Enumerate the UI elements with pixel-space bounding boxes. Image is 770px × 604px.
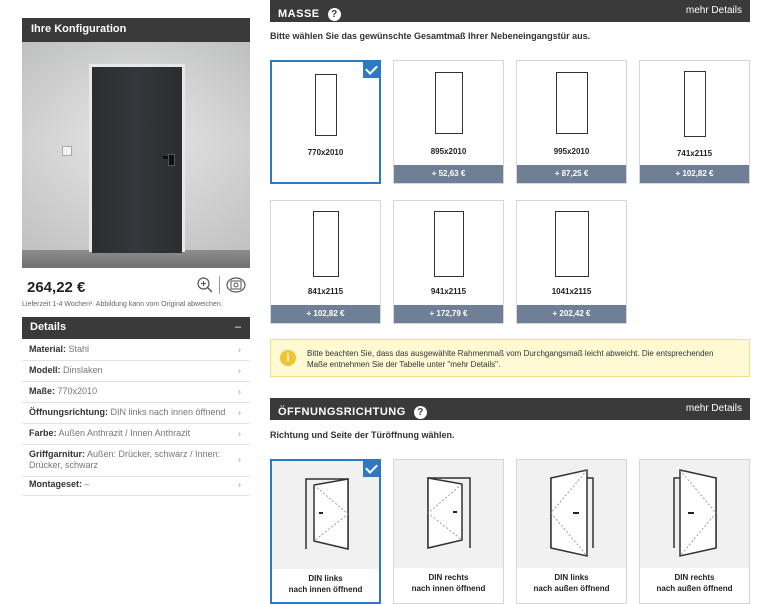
rotate-360-icon[interactable] (225, 276, 247, 294)
detail-key: Griffgarnitur: (29, 449, 85, 459)
richtung-section-header: ÖFFNUNGSRICHTUNG? mehr Details (270, 398, 750, 420)
price-surcharge: + 52,63 € (394, 165, 503, 183)
price-surcharge: + 172,79 € (394, 305, 503, 323)
opening-label: DIN links nach innen öffnend (288, 574, 363, 594)
total-price: 264,22 € (27, 279, 86, 296)
size-option-995x2010[interactable]: 995x2010 + 87,25 € (516, 60, 627, 184)
door-opening-diagram (517, 460, 626, 568)
detail-key: Öffnungsrichtung: (29, 407, 108, 417)
price-surcharge: + 102,82 € (640, 165, 749, 183)
masse-section-header: MASSE? mehr Details (270, 0, 750, 22)
price-surcharge: + 102,82 € (271, 305, 380, 323)
size-label: 941x2115 (430, 287, 467, 296)
size-label: 741x2115 (676, 149, 713, 158)
detail-value: Dinslaken (63, 365, 103, 375)
opening-option-din-links-aussen[interactable]: DIN links nach außen öffnend (516, 459, 627, 604)
detail-key: Material: (29, 344, 67, 354)
door-size-diagram (314, 74, 337, 136)
chevron-right-icon: › (238, 407, 241, 417)
chevron-right-icon: › (238, 365, 241, 375)
detail-value: 770x2010 (57, 386, 98, 396)
chevron-right-icon: › (238, 428, 241, 438)
info-icon: i (280, 350, 296, 366)
door-opening-diagram (640, 460, 749, 568)
size-label: 995x2010 (553, 147, 590, 156)
door-size-diagram (312, 211, 339, 277)
delivery-note: Lieferzeit 1-4 Wochen¹. Abbildung kann v… (22, 301, 223, 308)
masse-title: MASSE (278, 8, 320, 20)
detail-key: Modell: (29, 365, 61, 375)
size-option-841x2115[interactable]: 841x2115 + 102,82 € (270, 200, 381, 324)
richtung-more-details-link[interactable]: mehr Details (686, 403, 742, 414)
detail-value: Außen Anthrazit / Innen Anthrazit (58, 428, 191, 438)
detail-row-montageset[interactable]: Montageset: – › (22, 474, 250, 496)
toolbar-divider (219, 276, 220, 294)
door-opening-diagram (394, 460, 503, 568)
size-option-1041x2115[interactable]: 1041x2115 + 202,42 € (516, 200, 627, 324)
opening-option-din-rechts-aussen[interactable]: DIN rechts nach außen öffnend (639, 459, 750, 604)
masse-more-details-link[interactable]: mehr Details (686, 5, 742, 16)
size-option-770x2010[interactable]: 770x2010 (270, 60, 381, 184)
price-surcharge: + 87,25 € (517, 165, 626, 183)
detail-value: Stahl (68, 344, 90, 354)
detail-key: Montageset: (29, 479, 83, 489)
checkmark-icon (363, 60, 381, 78)
detail-row-modell[interactable]: Modell: Dinslaken › (22, 360, 250, 382)
price-surcharge: + 202,42 € (517, 305, 626, 323)
zoom-in-icon[interactable] (196, 276, 214, 294)
richtung-title: ÖFFNUNGSRICHTUNG (278, 406, 406, 418)
door-opening-diagram (272, 461, 379, 569)
info-box: i Bitte beachten Sie, dass das ausgewähl… (270, 339, 750, 377)
richtung-subtitle: Richtung und Seite der Türöffnung wählen… (270, 430, 455, 440)
masse-subtitle: Bitte wählen Sie das gewünschte Gesamtma… (270, 31, 591, 41)
detail-row-oeffnungsrichtung[interactable]: Öffnungsrichtung: DIN links nach innen ö… (22, 402, 250, 424)
opening-label: DIN links nach außen öffnend (533, 573, 610, 593)
detail-value: – (84, 479, 90, 489)
opening-option-din-rechts-innen[interactable]: DIN rechts nach innen öffnend (393, 459, 504, 604)
size-label: 895x2010 (430, 147, 467, 156)
details-header[interactable]: Details – (22, 317, 250, 339)
opening-option-din-links-innen[interactable]: DIN links nach innen öffnend (270, 459, 381, 604)
size-label: 841x2115 (307, 287, 344, 296)
chevron-right-icon: › (238, 479, 241, 489)
light-switch (62, 146, 72, 156)
size-option-895x2010[interactable]: 895x2010 + 52,63 € (393, 60, 504, 184)
door-size-diagram (434, 72, 463, 134)
size-option-941x2115[interactable]: 941x2115 + 172,79 € (393, 200, 504, 324)
detail-value: DIN links nach innen öffnend (110, 407, 226, 417)
detail-key: Farbe: (29, 428, 57, 438)
opening-label: DIN rechts nach außen öffnend (656, 573, 733, 593)
size-option-741x2115[interactable]: 741x2115 + 102,82 € (639, 60, 750, 184)
checkmark-icon (363, 459, 381, 477)
configuration-header: Ihre Konfiguration (22, 18, 250, 42)
detail-key: Maße: (29, 386, 56, 396)
info-text: Bitte beachten Sie, dass das ausgewählte… (307, 349, 714, 369)
door-size-diagram (554, 211, 589, 277)
chevron-right-icon: › (238, 454, 241, 465)
detail-row-masse[interactable]: Maße: 770x2010 › (22, 381, 250, 403)
door-size-diagram (555, 72, 588, 134)
chevron-right-icon: › (238, 344, 241, 354)
detail-row-griffgarnitur[interactable]: Griffgarnitur: Außen: Drücker, schwarz /… (22, 444, 250, 477)
help-icon[interactable]: ? (327, 8, 341, 21)
size-label: 770x2010 (307, 148, 344, 157)
chevron-right-icon: › (238, 386, 241, 396)
detail-row-material[interactable]: Material: Stahl › (22, 339, 250, 361)
door-size-diagram (433, 211, 464, 277)
size-label: 1041x2115 (551, 287, 592, 296)
door-size-diagram (683, 71, 706, 137)
door-preview-image (22, 42, 250, 268)
detail-row-farbe[interactable]: Farbe: Außen Anthrazit / Innen Anthrazit… (22, 423, 250, 445)
collapse-icon[interactable]: – (235, 321, 241, 333)
help-icon[interactable]: ? (413, 406, 427, 419)
details-title: Details (30, 321, 67, 333)
opening-label: DIN rechts nach innen öffnend (411, 573, 486, 593)
